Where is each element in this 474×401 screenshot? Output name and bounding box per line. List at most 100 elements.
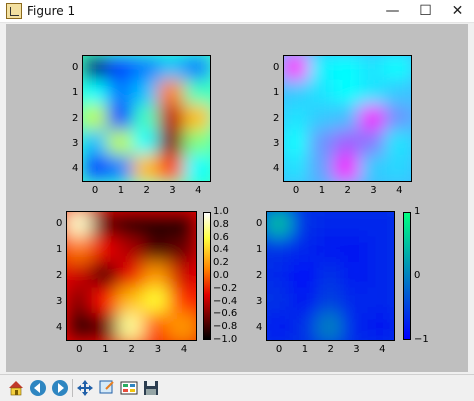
x-tick-label: 1: [102, 344, 109, 355]
zoom-button[interactable]: [97, 378, 117, 398]
heatmap-cell: [367, 212, 394, 239]
heatmap-cell: [143, 313, 172, 340]
maximize-button[interactable]: ☐: [409, 0, 442, 22]
heatmap-cell: [132, 129, 161, 158]
heatmap-cell: [358, 129, 387, 158]
heatmap-cell: [143, 287, 172, 316]
heatmap-hot: [66, 211, 197, 341]
heatmap-cell: [132, 79, 161, 108]
heatmap-cell: [132, 104, 161, 133]
heatmap-cell: [358, 154, 387, 181]
heatmap-cell: [291, 261, 320, 291]
colorbar-tick-label: −0.4: [213, 295, 238, 307]
heatmap-cell: [358, 104, 387, 133]
x-tick-label: 0: [76, 344, 83, 355]
title-bar: Figure 1 — ☐ ✕: [0, 0, 474, 23]
heatmap-cell: [333, 79, 362, 108]
home-button[interactable]: [6, 378, 26, 398]
heatmap-cell: [157, 154, 186, 181]
close-button[interactable]: ✕: [441, 0, 474, 22]
y-tick-label: 0: [256, 218, 263, 229]
x-tick-label: 4: [396, 185, 403, 196]
heatmap-cell: [333, 154, 362, 181]
heatmap-cell: [132, 56, 161, 83]
heatmap-cell: [284, 104, 311, 133]
heatmap-cell: [384, 79, 411, 108]
colorbar-tick-label: −0.6: [213, 308, 238, 320]
heatmap-cell: [183, 154, 210, 181]
heatmap-cell: [358, 79, 387, 108]
heatmap-cell: [267, 236, 294, 265]
heatmap-cool: [283, 55, 412, 182]
heatmap-cell: [168, 287, 196, 316]
navigation-toolbar: [0, 374, 474, 401]
heatmap-cell: [157, 129, 186, 158]
colorbar-tick-label: 0.6: [213, 231, 229, 243]
y-tick-label: 0: [72, 61, 79, 73]
heatmap-cell: [291, 287, 320, 316]
heatmap-cell: [157, 104, 186, 133]
y-tick-label: 3: [56, 296, 63, 307]
heatmap-cell: [91, 236, 120, 265]
heatmap-cell: [107, 129, 136, 158]
window-title: Figure 1: [27, 4, 76, 18]
heatmap-cell: [308, 79, 337, 108]
colorbar-tick-label: 0.2: [213, 257, 229, 269]
heatmap-cell: [117, 313, 146, 340]
heatmap-cell: [341, 261, 370, 291]
subplots-icon: [120, 381, 138, 395]
heatmap-cell: [67, 236, 95, 265]
colorbar-tick-label: 0.8: [213, 218, 229, 230]
colorbar-hot: [203, 212, 211, 340]
save-button[interactable]: [141, 378, 161, 398]
figure-canvas[interactable]: 0 0 1 1 2 2 3 3 4 4 0 0 1 1 2 2 3 3 4 4 0 0 1 1 2 2 3 3 4 4 0 0 1 1 2 2 3 3 4 4…: [6, 24, 468, 372]
heatmap-cell: [183, 104, 210, 133]
heatmap-cell: [384, 104, 411, 133]
heatmap-cell: [83, 56, 110, 83]
x-tick-label: 3: [169, 185, 176, 196]
x-tick-label: 0: [275, 344, 283, 355]
heatmap-cell: [308, 104, 337, 133]
heatmap-cell: [308, 154, 337, 181]
heatmap-cell: [117, 287, 146, 316]
y-tick-label: 3: [72, 137, 79, 149]
heatmap-cell: [341, 287, 370, 316]
heatmap-cell: [67, 261, 95, 291]
pan-button[interactable]: [75, 378, 95, 398]
heatmap-cell: [341, 313, 370, 340]
heatmap-cell: [291, 236, 320, 265]
heatmap-cell: [308, 129, 337, 158]
back-button[interactable]: [28, 378, 48, 398]
heatmap-cell: [91, 313, 120, 340]
y-tick-label: 4: [273, 163, 280, 175]
x-tick-label: 2: [344, 185, 351, 196]
y-tick-label: 2: [56, 270, 63, 281]
y-tick-label: 0: [56, 218, 63, 229]
colorbar-tick-label: 1.0: [213, 206, 229, 217]
heatmap-cell: [143, 261, 172, 291]
forward-button[interactable]: [50, 378, 70, 398]
colorbar-tick-label: −1.0: [213, 334, 238, 345]
heatmap-cell: [91, 261, 120, 291]
heatmap-cell: [183, 79, 210, 108]
heatmap-cell: [107, 79, 136, 108]
heatmap-winter: [266, 211, 395, 341]
x-tick-label: 4: [180, 344, 188, 355]
colorbar-winter: [403, 212, 411, 340]
heatmap-cell: [117, 212, 146, 239]
x-tick-label: 3: [353, 344, 360, 355]
x-tick-label: 1: [301, 344, 309, 355]
heatmap-cell: [83, 79, 110, 108]
heatmap-cell: [333, 104, 362, 133]
heatmap-cell: [143, 236, 172, 265]
y-tick-label: 2: [72, 112, 79, 124]
heatmap-cell: [168, 261, 196, 291]
heatmap-cell: [83, 129, 110, 158]
forward-arrow-icon: [52, 380, 68, 396]
configure-subplots-button[interactable]: [119, 378, 139, 398]
heatmap-cell: [107, 104, 136, 133]
heatmap-cell: [316, 236, 345, 265]
x-tick-label: 0: [292, 185, 300, 196]
minimize-button[interactable]: —: [376, 0, 409, 22]
heatmap-cell: [91, 287, 120, 316]
